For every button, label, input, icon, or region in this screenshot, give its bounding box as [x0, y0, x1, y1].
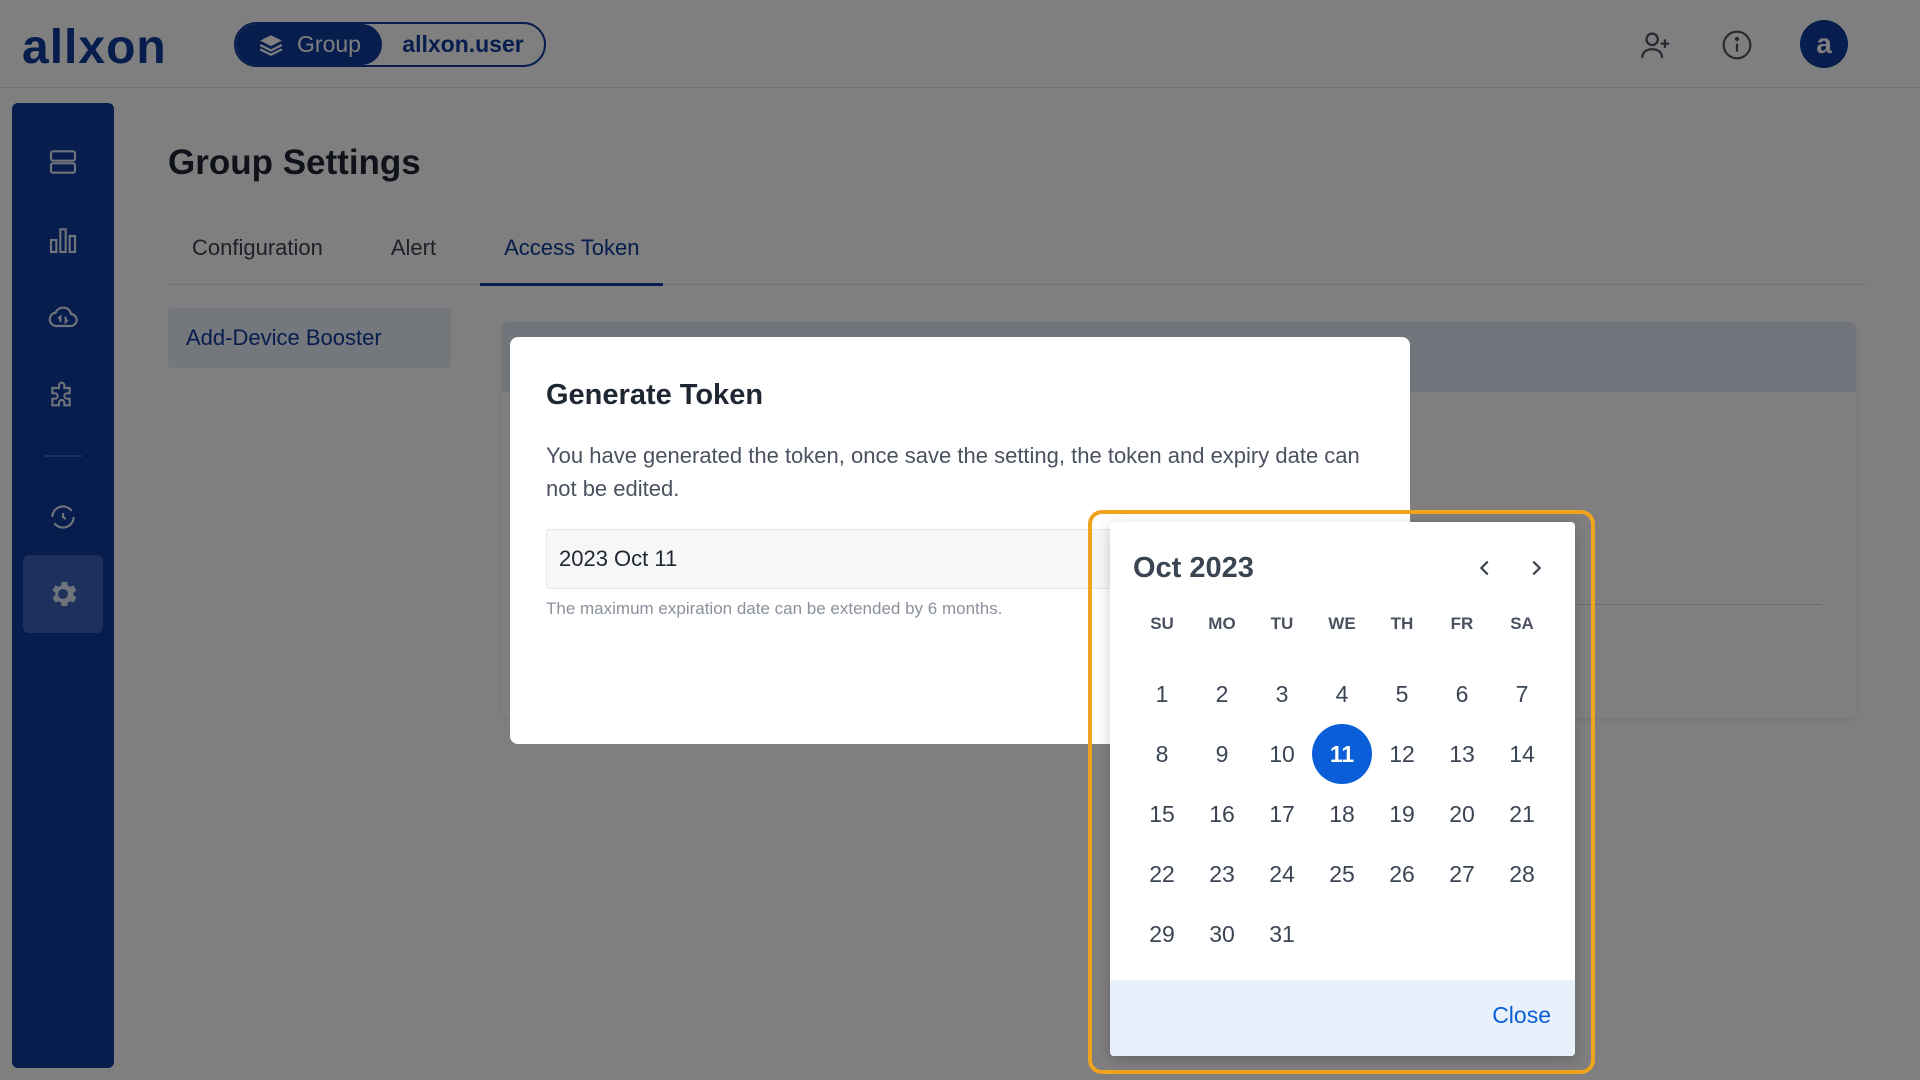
- calendar-day[interactable]: 12: [1372, 724, 1432, 784]
- calendar-month-label[interactable]: Oct 2023: [1133, 552, 1254, 585]
- calendar-day[interactable]: 23: [1192, 844, 1252, 904]
- calendar-day[interactable]: 28: [1492, 844, 1552, 904]
- calendar-day[interactable]: 22: [1132, 844, 1192, 904]
- weekday-th: TH: [1390, 614, 1414, 633]
- calendar-day[interactable]: 15: [1132, 784, 1192, 844]
- weekday-we: WE: [1328, 614, 1356, 633]
- weekday-su: SU: [1150, 614, 1174, 633]
- calendar-day[interactable]: 4: [1312, 664, 1372, 724]
- calendar-day[interactable]: 17: [1252, 784, 1312, 844]
- date-picker: Oct 2023 SU MO TU WE TH FR SA 1234567891…: [1110, 522, 1575, 1056]
- calendar-day[interactable]: 27: [1432, 844, 1492, 904]
- calendar-day[interactable]: 13: [1432, 724, 1492, 784]
- calendar-close-button[interactable]: Close: [1492, 1002, 1551, 1029]
- calendar-day[interactable]: 29: [1132, 904, 1192, 964]
- calendar-day[interactable]: 6: [1432, 664, 1492, 724]
- calendar-day[interactable]: 18: [1312, 784, 1372, 844]
- calendar-day[interactable]: 24: [1252, 844, 1312, 904]
- calendar-day[interactable]: 7: [1492, 664, 1552, 724]
- calendar-day[interactable]: 21: [1492, 784, 1552, 844]
- weekday-sa: SA: [1510, 614, 1534, 633]
- weekday-fr: FR: [1450, 614, 1474, 633]
- calendar-day[interactable]: 31: [1252, 904, 1312, 964]
- calendar-day[interactable]: 2: [1192, 664, 1252, 724]
- chevron-left-icon: [1479, 560, 1489, 576]
- calendar-day[interactable]: 9: [1192, 724, 1252, 784]
- calendar-day[interactable]: 5: [1372, 664, 1432, 724]
- weekday-tu: TU: [1270, 614, 1294, 633]
- calendar-day[interactable]: 20: [1432, 784, 1492, 844]
- calendar-day[interactable]: 8: [1132, 724, 1192, 784]
- calendar-day[interactable]: 25: [1312, 844, 1372, 904]
- calendar-footer: Close: [1110, 980, 1575, 1056]
- weekday-header: SU MO TU WE TH FR SA: [1110, 614, 1575, 638]
- calendar-day[interactable]: 3: [1252, 664, 1312, 724]
- dialog-description: You have generated the token, once save …: [546, 443, 1360, 501]
- next-month-button[interactable]: [1518, 550, 1554, 586]
- dialog-title: Generate Token: [546, 379, 764, 411]
- calendar-days-grid: 1 2 3 4 5 6 7 8 9 10 11 12 13 14 15 16 17 18 19 20 21 22 23 24 2…: [1132, 664, 1552, 964]
- chevron-right-icon: [1532, 560, 1542, 576]
- calendar-day[interactable]: 16: [1192, 784, 1252, 844]
- calendar-day[interactable]: 26: [1372, 844, 1432, 904]
- calendar-day[interactable]: 14: [1492, 724, 1552, 784]
- prev-month-button[interactable]: [1467, 550, 1503, 586]
- weekday-mo: MO: [1208, 614, 1236, 633]
- calendar-day[interactable]: 30: [1192, 904, 1252, 964]
- calendar-day[interactable]: 19: [1372, 784, 1432, 844]
- calendar-day[interactable]: 1: [1132, 664, 1192, 724]
- expiry-hint: The maximum expiration date can be exten…: [546, 599, 1003, 618]
- calendar-day-selected[interactable]: 11: [1312, 724, 1372, 784]
- calendar-day[interactable]: 10: [1252, 724, 1312, 784]
